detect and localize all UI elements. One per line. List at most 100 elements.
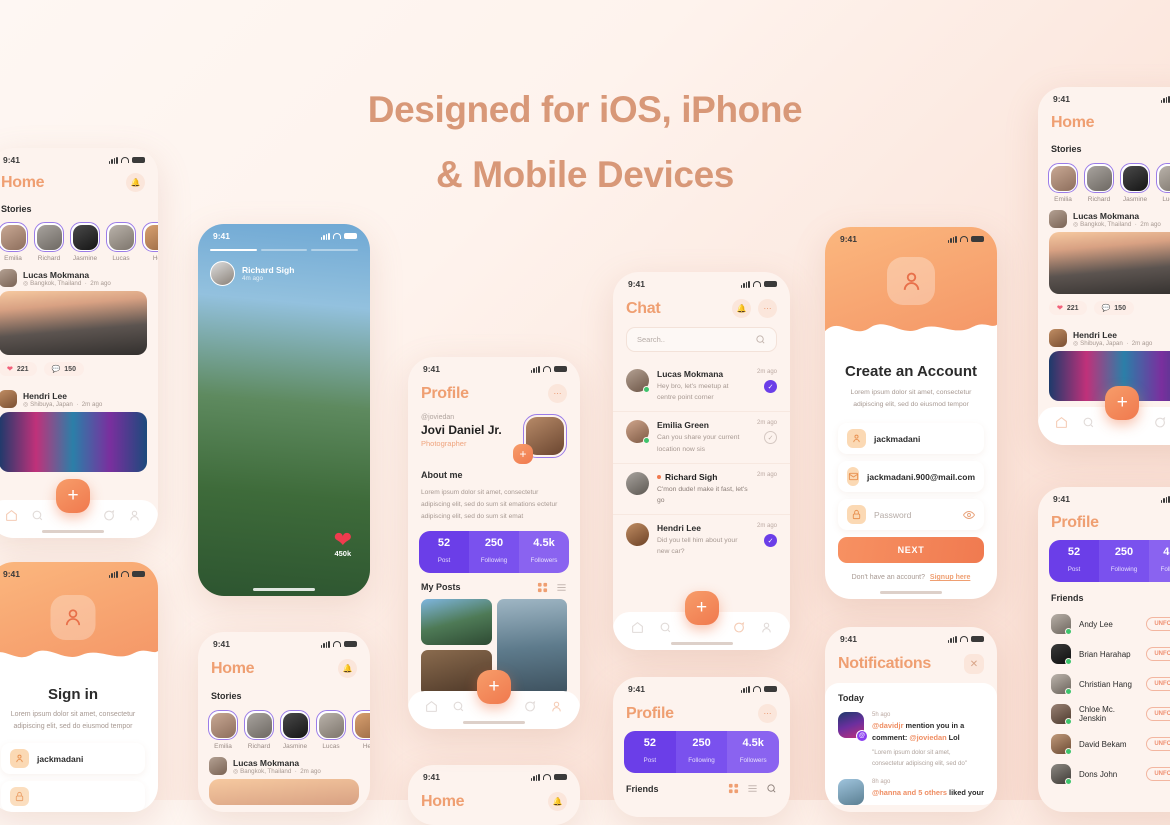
search-icon[interactable] <box>31 509 44 522</box>
story-item[interactable]: Emilia <box>208 710 238 750</box>
friend-row[interactable]: David Bekam UNFOLLOW <box>1038 729 1170 759</box>
add-post-fab[interactable]: + <box>1105 386 1140 420</box>
unfollow-button[interactable]: UNFOLLOW <box>1146 647 1170 661</box>
search-icon[interactable] <box>452 700 465 713</box>
add-post-fab[interactable]: + <box>56 479 90 513</box>
more-options-icon[interactable]: ··· <box>758 704 777 723</box>
story-item[interactable]: Richard <box>1084 163 1114 203</box>
friend-row[interactable]: Brian Harahap UNFOLLOW <box>1038 639 1170 669</box>
username-field[interactable]: jackmadani <box>1 743 145 775</box>
post-thumb[interactable] <box>421 598 492 645</box>
home-icon[interactable] <box>425 700 438 713</box>
story-item[interactable]: Lucas <box>316 710 346 750</box>
stat-following[interactable]: 250 Following <box>1099 540 1149 582</box>
story-item[interactable]: Jasmine <box>70 222 100 262</box>
profile-icon[interactable] <box>128 509 141 522</box>
grid-view-icon[interactable] <box>728 783 739 794</box>
story-item[interactable]: Emilia <box>1048 163 1078 203</box>
stories-list[interactable]: Emilia Richard Jasmine Lucas He <box>198 710 370 750</box>
stat-followers[interactable]: 4.5kFollowers <box>519 530 569 573</box>
story-item[interactable]: Jasmine <box>280 710 310 750</box>
story-like[interactable]: ❤ 450k <box>334 529 352 559</box>
profile-stats[interactable]: 52Post 250Following 4.5kFollowers <box>1049 540 1170 582</box>
friend-row[interactable]: Christian Hang UNFOLLOW <box>1038 669 1170 699</box>
unfollow-button[interactable]: UNFOLLOW <box>1146 707 1170 721</box>
add-photo-button[interactable]: + <box>513 444 533 464</box>
unfollow-button[interactable]: UNFOLLOW <box>1146 767 1170 781</box>
stories-list[interactable]: Emilia Richard Jasmine Lucas <box>1038 163 1170 203</box>
next-button[interactable]: NEXT <box>838 537 984 564</box>
story-item[interactable]: Emilia <box>0 222 28 262</box>
mail-icon <box>847 467 860 487</box>
notification-bell-icon[interactable]: 🔔 <box>126 173 145 192</box>
password-field[interactable]: Password <box>838 499 984 531</box>
signup-link[interactable]: Signup here <box>930 574 970 581</box>
profile-stats[interactable]: 52Post 250Following 4.5kFollowers <box>624 731 779 773</box>
stat-following[interactable]: 250 Following <box>675 731 728 773</box>
chat-list-item[interactable]: Hendri Lee Did you tell him about your n… <box>613 515 790 565</box>
list-view-icon[interactable] <box>556 582 567 593</box>
chat-list-item[interactable]: Lucas Mokmana Hey bro, let's meetup at c… <box>613 361 790 413</box>
chat-list-item[interactable]: Emilia Green Can you share your current … <box>613 412 790 464</box>
home-icon[interactable] <box>631 621 644 634</box>
stat-post[interactable]: 52 Post <box>419 530 469 573</box>
status-bar: 9:41 <box>825 227 997 246</box>
profile-icon[interactable] <box>760 621 773 634</box>
username-field[interactable]: jackmadani <box>838 423 984 455</box>
story-item[interactable]: Lucas <box>106 222 136 262</box>
notification-bell-icon[interactable]: 🔔 <box>548 792 567 811</box>
more-options-icon[interactable]: ··· <box>548 384 567 403</box>
phone-home-right: 9:41 Home Stories Emilia Richard Jasmine… <box>1038 87 1170 445</box>
story-item[interactable]: He <box>142 222 158 262</box>
story-item[interactable]: Richard <box>34 222 64 262</box>
like-button[interactable]: ❤ 221 <box>0 362 37 376</box>
friend-row[interactable]: Andy Lee UNFOLLOW <box>1038 609 1170 639</box>
close-icon[interactable]: ✕ <box>964 654 984 674</box>
notification-item[interactable]: @ 5h ago @davidjr mention you in a comme… <box>838 712 984 770</box>
chat-icon[interactable] <box>102 509 115 522</box>
add-chat-fab[interactable]: + <box>684 591 719 625</box>
more-options-icon[interactable]: ··· <box>758 299 777 318</box>
search-input[interactable]: Search.. <box>626 327 777 352</box>
stat-post[interactable]: 52 Post <box>1049 540 1099 582</box>
notification-bell-icon[interactable]: 🔔 <box>732 299 751 318</box>
like-button[interactable]: ❤ 221 <box>1049 301 1087 315</box>
stories-list[interactable]: Emilia Richard Jasmine Lucas He <box>0 222 158 262</box>
password-field[interactable] <box>1 781 145 812</box>
search-icon[interactable] <box>755 334 766 345</box>
bottom-tab-bar[interactable] <box>1038 407 1170 445</box>
home-icon[interactable] <box>5 509 18 522</box>
profile-stats[interactable]: 52Post 250Following 4.5kFollowers <box>419 530 569 573</box>
chat-icon[interactable] <box>523 700 536 713</box>
story-item[interactable]: Jasmine <box>1120 163 1150 203</box>
profile-icon[interactable] <box>550 700 563 713</box>
search-icon[interactable] <box>659 621 672 634</box>
chat-icon[interactable] <box>732 621 745 634</box>
search-icon[interactable] <box>766 783 777 794</box>
friend-row[interactable]: Dons John UNFOLLOW <box>1038 759 1170 789</box>
comment-button[interactable]: 💬 150 <box>43 362 84 376</box>
friend-row[interactable]: Chloe Mc. Jenskin UNFOLLOW <box>1038 699 1170 729</box>
story-item[interactable]: Richard <box>244 710 274 750</box>
unfollow-button[interactable]: UNFOLLOW <box>1146 737 1170 751</box>
chat-icon[interactable] <box>1153 416 1166 429</box>
comment-button[interactable]: 💬 150 <box>1093 301 1134 315</box>
story-item[interactable]: He <box>352 710 370 750</box>
unfollow-button[interactable]: UNFOLLOW <box>1146 677 1170 691</box>
add-post-fab[interactable]: + <box>477 670 511 704</box>
list-view-icon[interactable] <box>747 783 758 794</box>
story-item[interactable]: Lucas <box>1156 163 1170 203</box>
chat-list-item[interactable]: Richard Sigh C'mon dude! make it fast, l… <box>613 464 790 516</box>
notification-bell-icon[interactable]: 🔔 <box>338 659 357 678</box>
home-icon[interactable] <box>1055 416 1068 429</box>
unfollow-button[interactable]: UNFOLLOW <box>1146 617 1170 631</box>
search-icon[interactable] <box>1082 416 1095 429</box>
stat-followers[interactable]: 4.5kFollowers <box>1149 540 1170 582</box>
stat-post[interactable]: 52 Post <box>624 731 676 773</box>
email-field[interactable]: jackmadani.900@mail.com <box>838 461 984 493</box>
grid-view-icon[interactable] <box>537 582 548 593</box>
stat-following[interactable]: 250 Following <box>469 530 519 573</box>
eye-icon[interactable] <box>963 509 975 521</box>
notification-item[interactable]: 8h ago @hanna and 5 others liked your <box>838 778 984 805</box>
stat-followers[interactable]: 4.5kFollowers <box>727 731 779 773</box>
